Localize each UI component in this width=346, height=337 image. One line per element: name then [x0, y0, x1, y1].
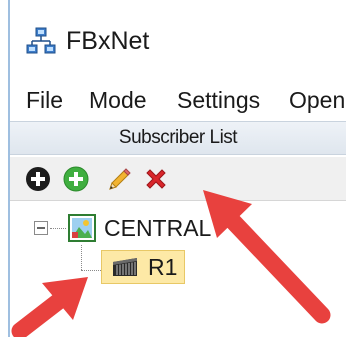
collapse-toggle-icon[interactable] [34, 221, 48, 235]
app-window: FBxNet File Mode Settings Open Subscribe… [0, 0, 346, 337]
tree-node-r1-label: R1 [148, 254, 178, 280]
toolbar [10, 157, 346, 201]
title-bar [10, 0, 346, 80]
app-title: FBxNet [66, 27, 150, 55]
menu-file[interactable]: File [26, 86, 63, 114]
delete-x-icon[interactable] [142, 165, 170, 193]
pencil-icon[interactable] [104, 165, 132, 193]
tree-connector [81, 270, 103, 271]
tree-node-r1[interactable]: R1 [101, 250, 185, 284]
subscriber-list-header: Subscriber List [10, 121, 346, 155]
subscriber-tree: CENTRAL R1 [10, 202, 346, 337]
tree-connector [81, 245, 82, 270]
menu-mode[interactable]: Mode [89, 86, 147, 114]
network-icon [26, 27, 56, 54]
add-green-circle-icon[interactable] [62, 165, 90, 193]
add-black-circle-icon[interactable] [24, 165, 52, 193]
device-rack-icon [113, 258, 137, 276]
picture-node-icon [68, 214, 96, 242]
panel-title: Subscriber List [118, 127, 238, 148]
menu-open[interactable]: Open [289, 86, 345, 114]
menu-bar: File Mode Settings Open [10, 80, 346, 120]
tree-node-central-label[interactable]: CENTRAL [104, 214, 211, 242]
menu-settings[interactable]: Settings [177, 86, 260, 114]
tree-connector [50, 228, 66, 229]
